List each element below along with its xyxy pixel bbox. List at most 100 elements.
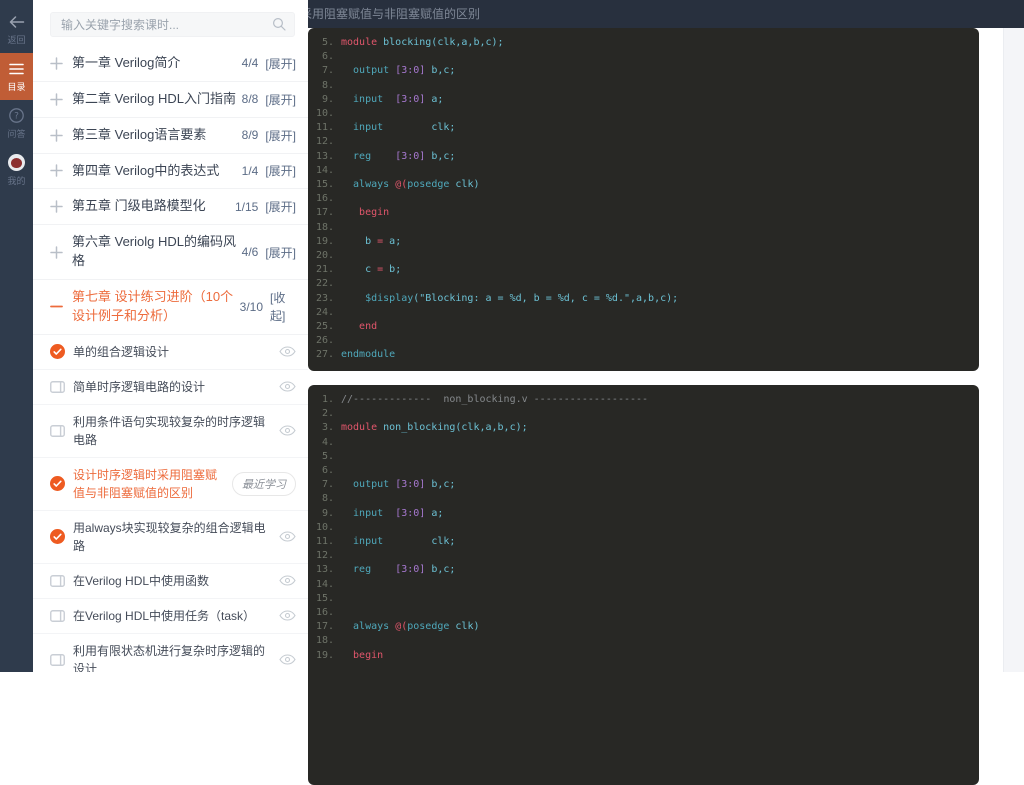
preview-eye-button[interactable] <box>279 575 296 586</box>
video-icon <box>50 610 65 622</box>
code-line: 24. <box>308 306 979 320</box>
code-card-blocking: 5.module blocking(clk,a,b,c);6.7. output… <box>308 28 979 371</box>
lesson-row[interactable]: 在Verilog HDL中使用任务（task） <box>33 599 308 634</box>
code-text: input clk; <box>334 121 455 135</box>
code-text <box>334 334 341 348</box>
chapter-row[interactable]: 第三章 Verilog语言要素8/9[展开] <box>33 118 308 154</box>
code-text <box>334 606 341 620</box>
code-text <box>334 407 341 421</box>
chapter-row[interactable]: 第二章 Verilog HDL入门指南8/8[展开] <box>33 82 308 118</box>
line-number: 13. <box>308 150 334 164</box>
code-text <box>334 450 341 464</box>
code-text: reg [3:0] b,c; <box>334 150 455 164</box>
lesson-row[interactable]: 单的组合逻辑设计 <box>33 335 308 370</box>
chapter-row[interactable]: 第一章 Verilog简介4/4[展开] <box>33 46 308 82</box>
code-text <box>334 634 341 648</box>
code-line: 11. input clk; <box>308 535 979 549</box>
plus-icon <box>50 93 63 106</box>
plus-icon <box>50 164 63 177</box>
chapter-toggle[interactable]: [收起] <box>270 289 296 325</box>
lesson-row[interactable]: 用always块实现较复杂的组合逻辑电路 <box>33 511 308 564</box>
eye-icon <box>279 575 296 586</box>
code-line: 5. <box>308 450 979 464</box>
search-icon[interactable] <box>272 17 286 36</box>
preview-eye-button[interactable] <box>279 346 296 357</box>
code-line: 6. <box>308 464 979 478</box>
video-icon <box>50 575 65 587</box>
chapter-toggle[interactable]: [展开] <box>265 162 296 179</box>
preview-eye-button[interactable] <box>279 531 296 542</box>
line-number: 1. <box>308 393 334 407</box>
code-text: c = b; <box>334 263 401 277</box>
lesson-title: 简单时序逻辑电路的设计 <box>73 370 279 404</box>
line-number: 15. <box>308 592 334 606</box>
code-line: 6. <box>308 50 979 64</box>
line-number: 3. <box>308 421 334 435</box>
chapter-progress: 1/15 <box>235 200 258 214</box>
code-line: 8. <box>308 79 979 93</box>
rail-item-label: 问答 <box>7 127 25 140</box>
chapter-toggle[interactable]: [展开] <box>265 55 296 72</box>
chapter-toggle[interactable]: [展开] <box>265 198 296 215</box>
rail-item-back[interactable]: 返回 <box>0 6 33 53</box>
rail-item-catalog[interactable]: 目录 <box>0 53 33 100</box>
code-line: 13. reg [3:0] b,c; <box>308 563 979 577</box>
line-number: 16. <box>308 192 334 206</box>
chapter-title: 第一章 Verilog简介 <box>72 46 242 81</box>
code-line: 12. <box>308 135 979 149</box>
check-icon <box>50 476 65 491</box>
preview-eye-button[interactable] <box>279 425 296 436</box>
lesson-row[interactable]: 利用条件语句实现较复杂的时序逻辑电路 <box>33 405 308 458</box>
code-text: module blocking(clk,a,b,c); <box>334 36 504 50</box>
chapter-title: 第五章 门级电路模型化 <box>72 189 235 224</box>
code-line: 22. <box>308 277 979 291</box>
code-line: 2. <box>308 407 979 421</box>
video-icon <box>50 381 65 393</box>
chapter-row[interactable]: 第四章 Verilog中的表达式1/4[展开] <box>33 154 308 190</box>
preview-eye-button[interactable] <box>279 654 296 665</box>
code-line: 16. <box>308 192 979 206</box>
preview-eye-button[interactable] <box>279 610 296 621</box>
chapter-row[interactable]: 第五章 门级电路模型化1/15 [展开] <box>33 189 308 225</box>
chapter-title: 第三章 Verilog语言要素 <box>72 118 242 153</box>
plus-icon <box>50 129 63 142</box>
code-line: 18. <box>308 221 979 235</box>
question-icon: ? <box>9 108 24 123</box>
code-line: 13. reg [3:0] b,c; <box>308 150 979 164</box>
eye-icon <box>279 381 296 392</box>
line-number: 20. <box>308 249 334 263</box>
code-text: begin <box>334 206 389 220</box>
rail-item-mine[interactable]: 我的 <box>0 147 33 194</box>
left-rail: 返回目录? 问答我的 <box>0 0 33 672</box>
code-line: 8. <box>308 492 979 506</box>
code-text: $display("Blocking: a = %d, b = %d, c = … <box>334 292 678 306</box>
preview-eye-button[interactable] <box>279 381 296 392</box>
lesson-row[interactable]: 在Verilog HDL中使用函数 <box>33 564 308 599</box>
line-number: 13. <box>308 563 334 577</box>
chapter-row[interactable]: 第七章 设计练习进阶（10个设计例子和分析）3/10[收起] <box>33 280 308 335</box>
line-number: 12. <box>308 135 334 149</box>
line-number: 17. <box>308 206 334 220</box>
chapter-row[interactable]: 第六章 Veriolg HDL的编码风格4/6[展开] <box>33 225 308 280</box>
video-icon <box>50 425 65 437</box>
search-input[interactable] <box>50 12 295 37</box>
lesson-row[interactable]: 简单时序逻辑电路的设计 <box>33 370 308 405</box>
code-line: 14. <box>308 578 979 592</box>
lesson-row[interactable]: 设计时序逻辑时采用阻塞赋值与非阻塞赋值的区别最近学习 <box>33 458 308 511</box>
chapter-toggle[interactable]: [展开] <box>265 91 296 108</box>
lesson-row[interactable]: 利用有限状态机进行复杂时序逻辑的设计 <box>33 634 308 672</box>
line-number: 18. <box>308 634 334 648</box>
code-line: 3.module non_blocking(clk,a,b,c); <box>308 421 979 435</box>
line-number: 4. <box>308 436 334 450</box>
rail-item-qa[interactable]: ? 问答 <box>0 100 33 147</box>
chapter-toggle[interactable]: [展开] <box>265 244 296 261</box>
line-number: 6. <box>308 464 334 478</box>
code-text: end <box>334 320 377 334</box>
chapter-toggle[interactable]: [展开] <box>265 127 296 144</box>
plus-icon <box>50 57 63 70</box>
scrollbar-track[interactable] <box>1003 28 1024 672</box>
line-number: 8. <box>308 492 334 506</box>
check-icon <box>50 529 65 544</box>
chapter-progress: 3/10 <box>240 300 263 314</box>
code-text <box>334 464 341 478</box>
